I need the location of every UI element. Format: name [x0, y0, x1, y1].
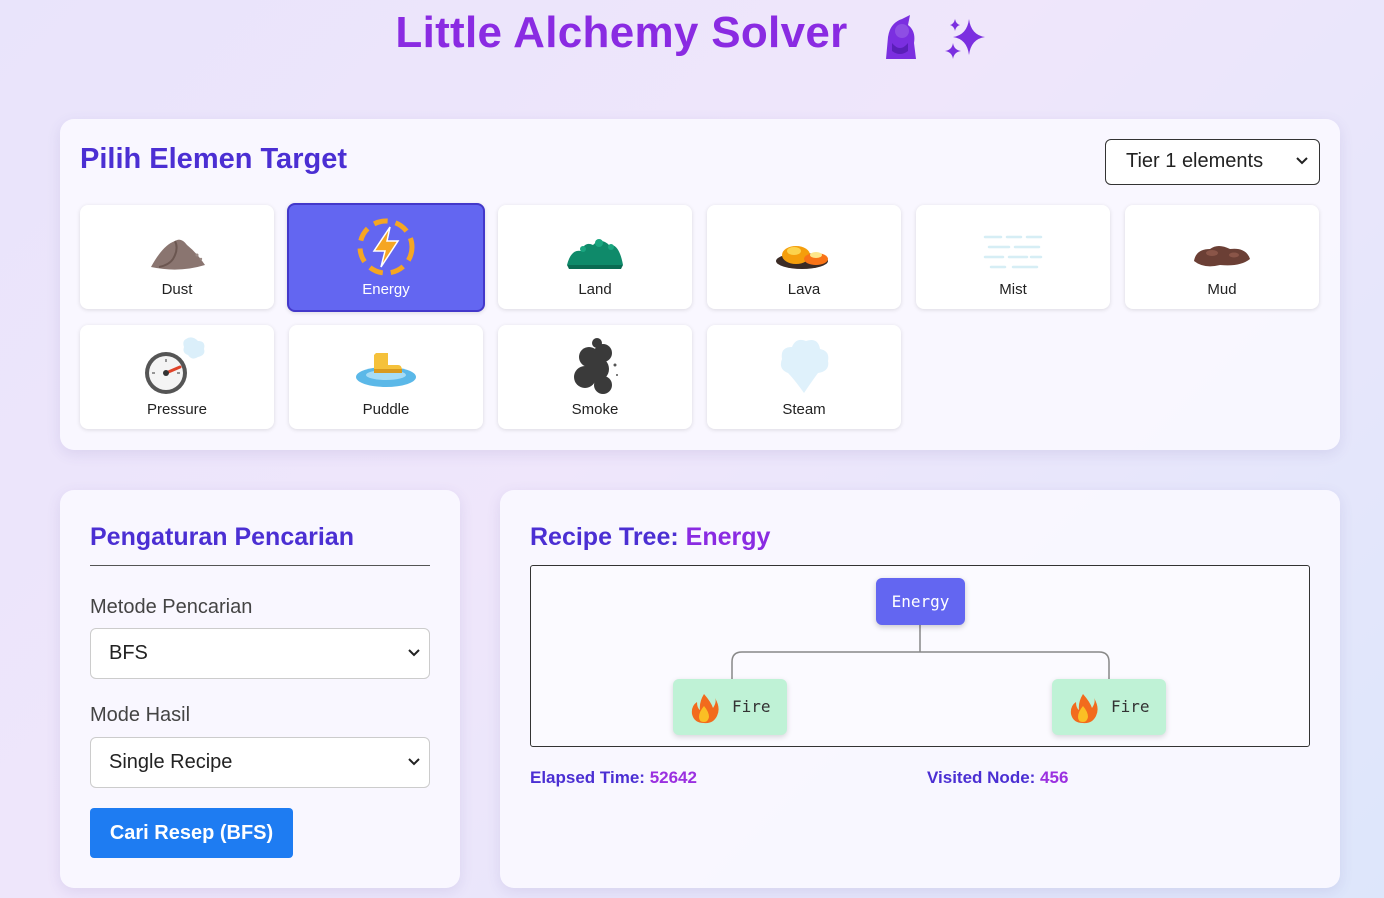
element-tile-smoke[interactable]: Smoke	[498, 325, 692, 429]
tree-node-leaf[interactable]: Fire	[673, 679, 787, 735]
method-label: Metode Pencarian	[90, 596, 253, 618]
visited-label: Visited Node:	[927, 768, 1041, 787]
element-label: Land	[578, 281, 612, 298]
tier-select[interactable]: Tier 1 elements	[1105, 139, 1320, 185]
mode-select-value: Single Recipe	[109, 751, 233, 773]
target-heading: Pilih Elemen Target	[80, 143, 347, 175]
element-label: Puddle	[362, 401, 410, 418]
element-label: Mist	[999, 281, 1027, 298]
fire-icon	[691, 694, 719, 724]
element-label: Lava	[787, 281, 821, 298]
energy-icon	[289, 215, 483, 277]
pressure-gauge-icon	[80, 335, 274, 397]
element-label: Energy	[362, 281, 410, 298]
search-settings-panel: Pengaturan Pencarian Metode Pencarian BF…	[60, 490, 460, 888]
element-tile-mud[interactable]: Mud	[1125, 205, 1319, 309]
element-label: Steam	[782, 401, 826, 418]
fire-icon	[1070, 694, 1098, 724]
app-title-bar: Little Alchemy Solver	[0, 8, 1384, 61]
dust-icon	[80, 215, 274, 277]
method-select[interactable]: BFS	[90, 628, 430, 679]
element-tile-puddle[interactable]: Puddle	[289, 325, 483, 429]
element-tile-energy[interactable]: Energy	[287, 203, 485, 312]
element-tile-dust[interactable]: Dust	[80, 205, 274, 309]
element-label: Pressure	[146, 401, 208, 418]
element-tile-pressure[interactable]: Pressure	[80, 325, 274, 429]
sparkles-icon	[943, 10, 989, 60]
puddle-icon	[289, 335, 483, 397]
tree-node-label: Fire	[1111, 697, 1150, 716]
chevron-down-icon	[408, 758, 420, 766]
element-label: Smoke	[571, 401, 619, 418]
elapsed-label: Elapsed Time:	[530, 768, 650, 787]
visited-node-stat: Visited Node: 456	[927, 768, 1068, 788]
mode-select[interactable]: Single Recipe	[90, 737, 430, 788]
visited-value: 456	[1040, 768, 1069, 787]
target-element-panel: Pilih Elemen Target Tier 1 elements Dust…	[60, 119, 1340, 450]
element-label: Dust	[161, 281, 193, 298]
method-select-value: BFS	[109, 642, 148, 664]
element-tile-lava[interactable]: Lava	[707, 205, 901, 309]
recipe-tree-canvas: Energy Fire Fire	[530, 565, 1310, 747]
mage-icon	[878, 10, 920, 61]
tree-node-root[interactable]: Energy	[876, 578, 965, 625]
mode-label: Mode Hasil	[90, 704, 191, 726]
settings-heading: Pengaturan Pencarian	[90, 523, 354, 551]
elapsed-time-stat: Elapsed Time: 52642	[530, 768, 697, 788]
steam-icon	[707, 335, 901, 397]
divider	[90, 565, 430, 566]
element-tile-mist[interactable]: Mist	[916, 205, 1110, 309]
search-recipe-button[interactable]: Cari Resep (BFS)	[90, 808, 293, 858]
mud-icon	[1125, 215, 1319, 277]
element-label: Mud	[1207, 281, 1237, 298]
element-tile-land[interactable]: Land	[498, 205, 692, 309]
recipe-tree-panel: Recipe Tree: Energy Energy Fire Fire Ela…	[500, 490, 1340, 888]
land-icon	[498, 215, 692, 277]
smoke-icon	[498, 335, 692, 397]
chevron-down-icon	[1296, 157, 1308, 165]
tier-select-value: Tier 1 elements	[1126, 150, 1264, 172]
tree-heading: Recipe Tree: Energy	[530, 523, 770, 552]
lava-icon	[707, 215, 901, 277]
tree-heading-prefix: Recipe Tree:	[530, 523, 686, 551]
chevron-down-icon	[408, 649, 420, 657]
elapsed-value: 52642	[649, 768, 697, 787]
tree-node-leaf[interactable]: Fire	[1052, 679, 1166, 735]
mist-icon	[916, 215, 1110, 277]
element-tile-steam[interactable]: Steam	[707, 325, 901, 429]
tree-heading-target: Energy	[685, 523, 771, 551]
app-title: Little Alchemy Solver	[395, 8, 848, 57]
tree-node-label: Fire	[732, 697, 771, 716]
